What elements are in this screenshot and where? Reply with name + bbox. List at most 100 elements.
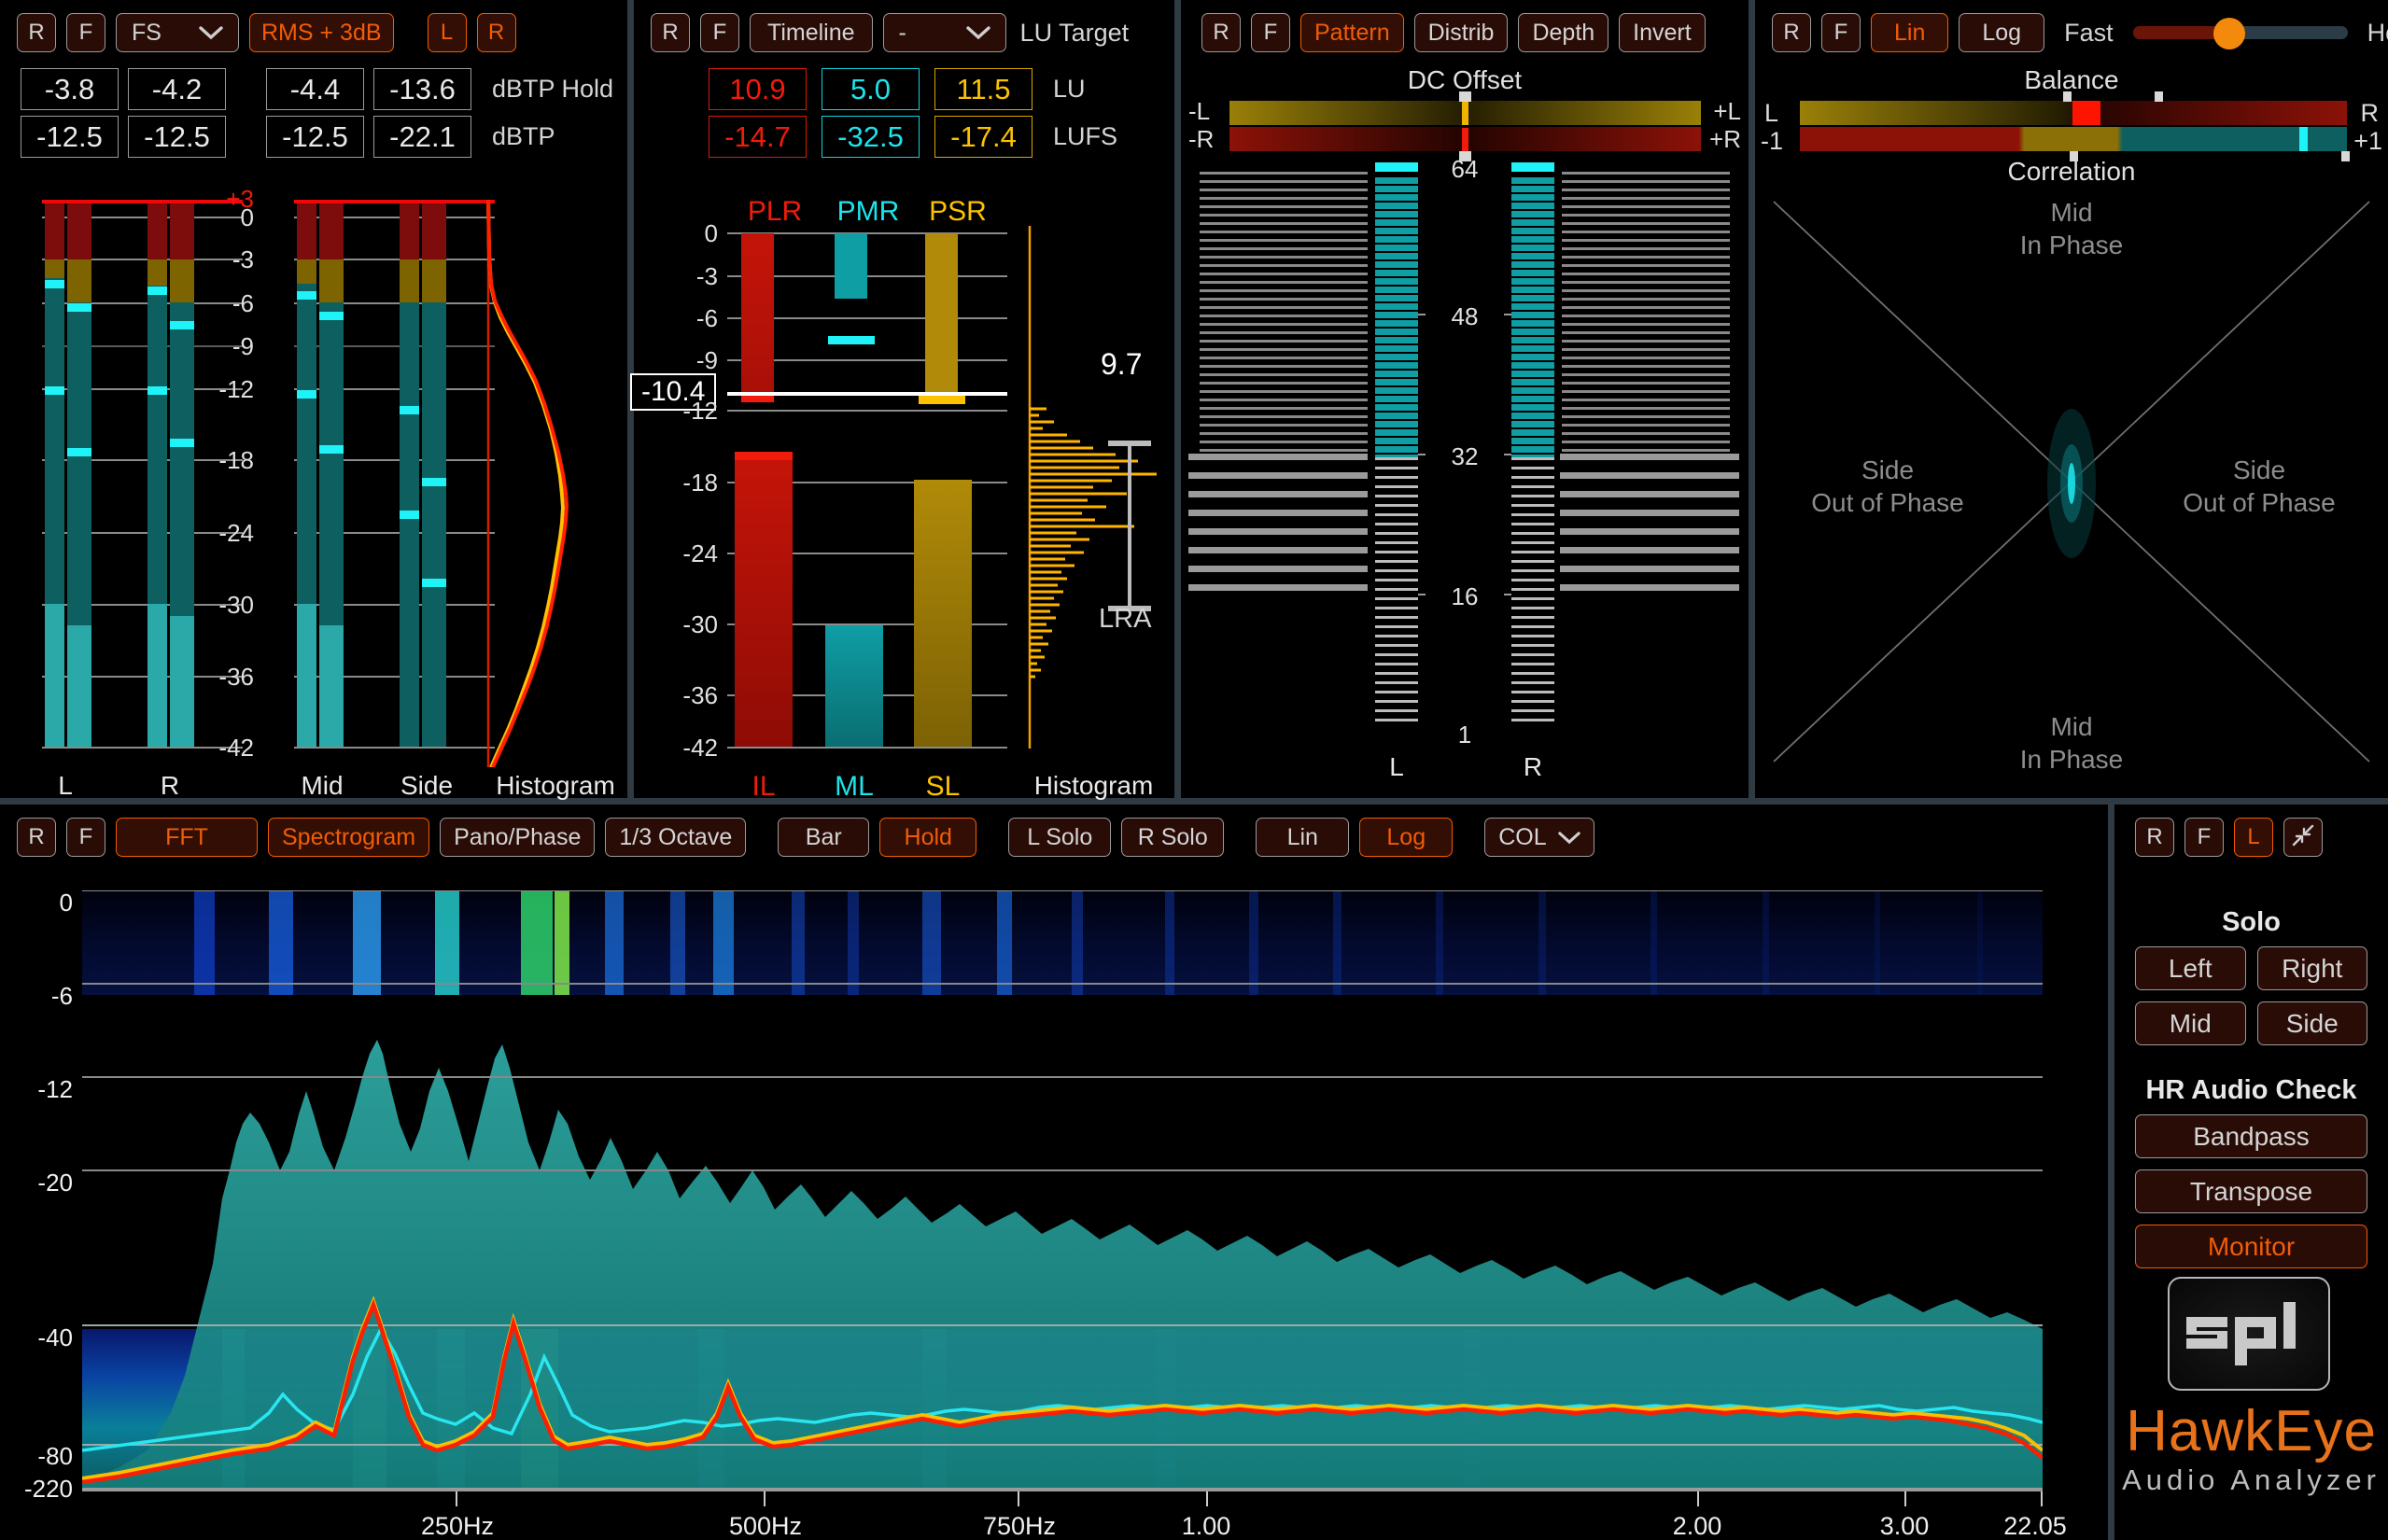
loudness-timeline-button[interactable]: Timeline bbox=[750, 13, 873, 52]
level-histogram bbox=[485, 199, 625, 768]
cursor-line bbox=[727, 392, 1007, 396]
solo-side-button[interactable]: Side bbox=[2256, 1001, 2367, 1045]
bit-tick-16: 16 bbox=[1451, 582, 1479, 610]
ltick-m3: -3 bbox=[695, 262, 718, 290]
panel-separator-4 bbox=[2108, 805, 2114, 1540]
transpose-button[interactable]: Transpose bbox=[2135, 1169, 2367, 1213]
phase-log-button[interactable]: Log bbox=[1959, 13, 2045, 52]
solo-mid-button[interactable]: Mid bbox=[2135, 1001, 2246, 1045]
readout-pmr-lu: 5.0 bbox=[822, 68, 920, 110]
dc-offset-indicator-left bbox=[1462, 102, 1468, 125]
vectorscope[interactable]: Mid In Phase Mid In Phase Side Out of Ph… bbox=[1755, 183, 2388, 780]
bit-noise-left-upper bbox=[1200, 172, 1368, 452]
dc-axis-left-neg: -L bbox=[1188, 97, 1211, 125]
loudness-freeze-button[interactable]: F bbox=[700, 13, 739, 52]
loudness-lu-row: 10.9 5.0 11.5 LU bbox=[709, 68, 1086, 110]
ltick-m42: -42 bbox=[682, 734, 718, 762]
readout-psr-lufs: -17.4 bbox=[934, 116, 1032, 158]
meters-scale-value: FS bbox=[132, 19, 162, 46]
readout-r-peak: -4.2 bbox=[128, 68, 226, 110]
phase-panel: R F Lin Log Fast Hold Balance L R -1 +1 bbox=[1755, 0, 2388, 798]
bar-plr-cap bbox=[741, 395, 774, 402]
readout-l-peak: -3.8 bbox=[21, 68, 119, 110]
pattern-freeze-button[interactable]: F bbox=[1251, 13, 1290, 52]
lu-target-value: - bbox=[898, 19, 906, 46]
meter-tick-m3: -3 bbox=[232, 245, 254, 273]
meters-right-button[interactable]: R bbox=[476, 13, 516, 52]
bit-tick-48: 48 bbox=[1451, 302, 1479, 330]
product-subtitle: Audio Analyzer bbox=[2122, 1463, 2381, 1496]
bit-col-l bbox=[1375, 177, 1418, 457]
slider-label-hold: Hold bbox=[2367, 18, 2388, 47]
speed-slider-thumb[interactable] bbox=[2212, 18, 2245, 49]
chevron-down-icon bbox=[965, 25, 990, 40]
depth-button[interactable]: Depth bbox=[1518, 13, 1609, 52]
lu-target-select[interactable]: - bbox=[882, 13, 1006, 52]
collapse-arrows-icon-button[interactable] bbox=[2283, 818, 2323, 857]
meters-mode-button[interactable]: RMS + 3dB bbox=[249, 13, 394, 52]
bit-col-l-top bbox=[1375, 162, 1418, 172]
dc-offset-meter[interactable]: -L +L -R +R bbox=[1181, 91, 1749, 161]
dc-axis-right-neg: -R bbox=[1188, 125, 1215, 153]
bit-channel-label-l: L bbox=[1389, 752, 1404, 781]
spectrum-ytick-m12: -12 bbox=[37, 1075, 73, 1103]
lu-target-label: LU Target bbox=[1019, 18, 1130, 47]
phase-reset-button[interactable]: R bbox=[1772, 13, 1811, 52]
sidebar-reset-button[interactable]: R bbox=[2135, 818, 2174, 857]
meters-left-button[interactable]: L bbox=[427, 13, 467, 52]
lufs-unit-label: LUFS bbox=[1053, 122, 1118, 150]
ltick-m36: -36 bbox=[682, 681, 718, 709]
bit-noise-right-lower bbox=[1560, 454, 1739, 598]
bar-label-plr: PLR bbox=[747, 196, 803, 227]
dc-axis-left-pos: +L bbox=[1713, 97, 1741, 125]
spectrum-ytick-m6: -6 bbox=[50, 982, 73, 1010]
readout-pmr-lufs: -32.5 bbox=[822, 116, 920, 158]
distrib-button[interactable]: Distrib bbox=[1413, 13, 1509, 52]
sidebar-link-button[interactable]: L bbox=[2234, 818, 2273, 857]
pattern-reset-button[interactable]: R bbox=[1201, 13, 1241, 52]
sidebar-freeze-button[interactable]: F bbox=[2184, 818, 2224, 857]
phase-lin-button[interactable]: Lin bbox=[1871, 13, 1949, 52]
meters-reset-button[interactable]: R bbox=[17, 13, 56, 52]
ltick-m9: -9 bbox=[695, 346, 718, 374]
meter-tick-m6: -6 bbox=[232, 289, 254, 317]
bar-plr-upper bbox=[741, 233, 774, 397]
meters-readout-row-peak: -3.8 -4.2 -4.4 -13.6 dBTP Hold bbox=[21, 68, 613, 110]
meter-tick-m24: -24 bbox=[218, 519, 254, 547]
pattern-mode-button[interactable]: Pattern bbox=[1300, 13, 1404, 52]
readout-psr-lu: 11.5 bbox=[934, 68, 1032, 110]
correlation-indicator bbox=[2299, 127, 2308, 151]
ltick-m6: -6 bbox=[695, 304, 718, 332]
bar-il bbox=[735, 457, 793, 747]
spectrum-x-axis bbox=[82, 1488, 2043, 1491]
solo-buttons: Left Right Mid Side bbox=[2135, 946, 2367, 1045]
meter-tick-m36: -36 bbox=[218, 663, 254, 691]
bar-il-cap bbox=[735, 452, 793, 460]
readout-row1-label: dBTP Hold bbox=[492, 75, 614, 103]
spectrum-xtick-2k: 2.00 bbox=[1672, 1512, 1722, 1540]
loudness-toolbar: R F Timeline - LU Target bbox=[651, 13, 1129, 52]
bar-label-pmr: PMR bbox=[836, 196, 900, 227]
invert-button[interactable]: Invert bbox=[1619, 13, 1706, 52]
loudness-graphic: PLR PMR PSR -10.4 0 -3 -6 -9 -12 -18 -24… bbox=[630, 179, 1174, 802]
pattern-toolbar: R F Pattern Distrib Depth Invert bbox=[1201, 13, 1706, 52]
balance-correlation-meter[interactable]: L R -1 +1 bbox=[1755, 91, 2388, 161]
solo-right-button[interactable]: Right bbox=[2256, 946, 2367, 990]
bandpass-button[interactable]: Bandpass bbox=[2135, 1114, 2367, 1158]
balance-tick-a bbox=[2063, 91, 2072, 102]
correlation-axis-min: -1 bbox=[1761, 127, 1784, 155]
spectrum-plot[interactable] bbox=[82, 890, 2043, 1488]
spectrum-ytick-m20: -20 bbox=[37, 1169, 73, 1197]
balance-label: Balance bbox=[2024, 65, 2119, 94]
spectrum-xtick-750: 750Hz bbox=[982, 1512, 1057, 1540]
speed-slider[interactable] bbox=[2132, 18, 2348, 49]
loudness-reset-button[interactable]: R bbox=[651, 13, 690, 52]
meter-tick-m12: -12 bbox=[218, 375, 254, 403]
meters-freeze-button[interactable]: F bbox=[66, 13, 105, 52]
solo-left-button[interactable]: Left bbox=[2135, 946, 2246, 990]
grid-r-m42 bbox=[294, 747, 495, 749]
phase-toolbar: R F Lin Log Fast Hold bbox=[1772, 13, 2388, 52]
monitor-button[interactable]: Monitor bbox=[2135, 1225, 2367, 1268]
meters-scale-select[interactable]: FS bbox=[116, 13, 239, 52]
phase-freeze-button[interactable]: F bbox=[1821, 13, 1861, 52]
